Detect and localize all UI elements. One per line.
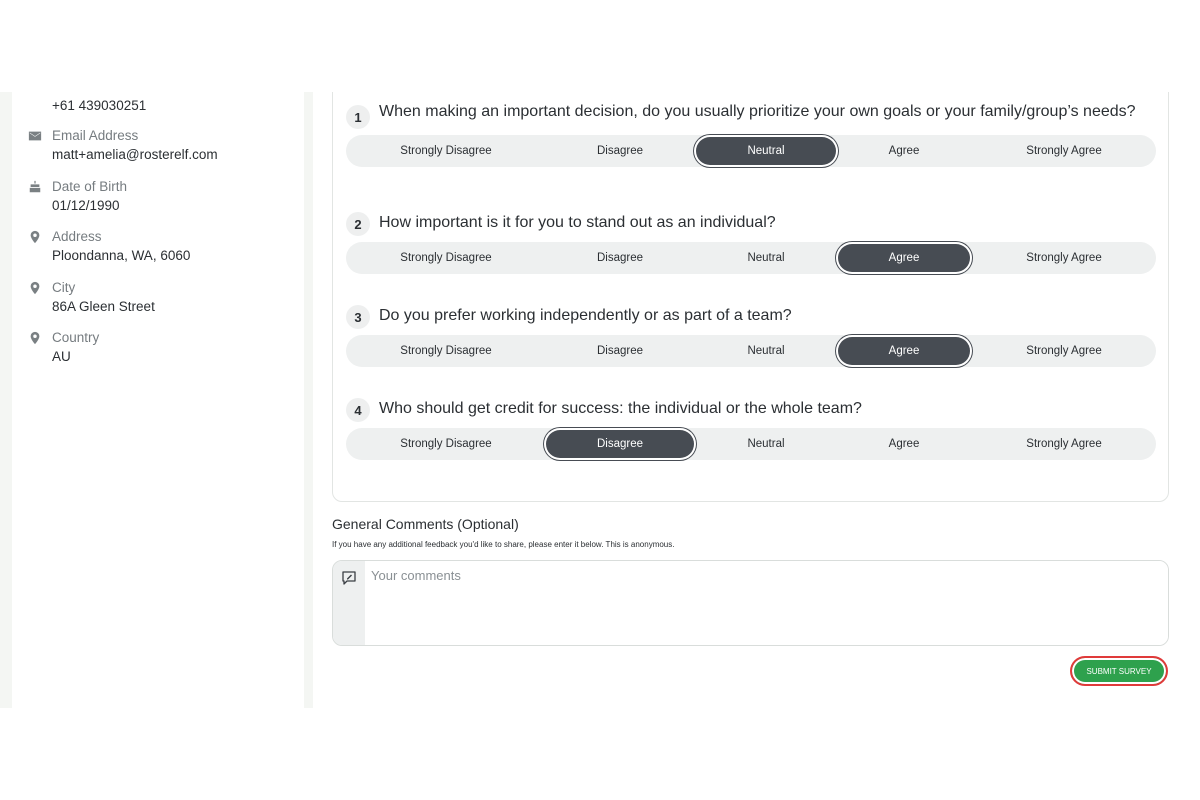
question-4: 4 Who should get credit for success: the…	[346, 398, 1156, 460]
option-strongly-agree[interactable]: Strongly Agree	[972, 137, 1156, 165]
country-value: AU	[52, 349, 71, 364]
option-strongly-agree[interactable]: Strongly Agree	[972, 430, 1156, 458]
country-item: Country AU	[28, 329, 99, 366]
comments-subtitle: If you have any additional feedback you'…	[332, 540, 675, 549]
option-agree[interactable]: Agree	[838, 244, 970, 272]
address-label: Address	[52, 229, 102, 244]
dob-value: 01/12/1990	[52, 198, 120, 213]
option-agree[interactable]: Agree	[838, 337, 970, 365]
likert-scale: Strongly Disagree Disagree Neutral Agree…	[346, 335, 1156, 367]
question-number: 3	[346, 305, 370, 329]
phone-value: +61 439030251	[52, 98, 147, 113]
location-pin-icon	[28, 230, 42, 244]
option-neutral[interactable]: Neutral	[696, 137, 836, 165]
option-agree[interactable]: Agree	[838, 137, 970, 165]
email-item: Email Address matt+amelia@rosterelf.com	[28, 127, 218, 164]
question-text: How important is it for you to stand out…	[379, 214, 776, 231]
option-strongly-disagree[interactable]: Strongly Disagree	[346, 244, 546, 272]
envelope-icon	[28, 129, 42, 143]
email-value: matt+amelia@rosterelf.com	[52, 147, 218, 162]
comments-input[interactable]	[365, 561, 1168, 645]
comments-title: General Comments (Optional)	[332, 516, 519, 532]
likert-scale: Strongly Disagree Disagree Neutral Agree…	[346, 428, 1156, 460]
location-pin-icon	[28, 281, 42, 295]
question-number: 4	[346, 398, 370, 422]
option-strongly-disagree[interactable]: Strongly Disagree	[346, 137, 546, 165]
address-item: Address Ploondanna, WA, 6060	[28, 228, 190, 265]
question-3: 3 Do you prefer working independently or…	[346, 305, 1156, 367]
option-neutral[interactable]: Neutral	[696, 430, 836, 458]
likert-scale: Strongly Disagree Disagree Neutral Agree…	[346, 242, 1156, 274]
phone-item: +61 439030251	[28, 96, 146, 115]
app-window: +61 439030251 Email Address matt+amelia@…	[0, 92, 1200, 708]
option-strongly-agree[interactable]: Strongly Agree	[972, 337, 1156, 365]
option-neutral[interactable]: Neutral	[696, 244, 836, 272]
question-2: 2 How important is it for you to stand o…	[346, 212, 1156, 274]
city-label: City	[52, 280, 76, 295]
survey-card: 1 When making an important decision, do …	[332, 92, 1169, 502]
address-value: Ploondanna, WA, 6060	[52, 248, 191, 263]
city-value: 86A Gleen Street	[52, 299, 155, 314]
option-strongly-disagree[interactable]: Strongly Disagree	[346, 430, 546, 458]
comments-gutter	[333, 561, 365, 645]
option-strongly-disagree[interactable]: Strongly Disagree	[346, 337, 546, 365]
dob-item: Date of Birth 01/12/1990	[28, 178, 127, 215]
profile-sidebar: +61 439030251 Email Address matt+amelia@…	[12, 92, 304, 708]
option-strongly-agree[interactable]: Strongly Agree	[972, 244, 1156, 272]
comment-edit-icon	[342, 571, 356, 585]
option-neutral[interactable]: Neutral	[696, 337, 836, 365]
dob-label: Date of Birth	[52, 179, 128, 194]
question-text: Do you prefer working independently or a…	[379, 307, 792, 324]
location-pin-icon	[28, 331, 42, 345]
submit-survey-button[interactable]: SUBMIT SURVEY	[1070, 656, 1168, 686]
option-disagree[interactable]: Disagree	[546, 337, 694, 365]
question-text: Who should get credit for success: the i…	[379, 400, 862, 417]
question-text: When making an important decision, do yo…	[379, 103, 1136, 120]
likert-scale: Strongly Disagree Disagree Neutral Agree…	[346, 135, 1156, 167]
question-number: 2	[346, 212, 370, 236]
option-disagree[interactable]: Disagree	[546, 430, 694, 458]
option-disagree[interactable]: Disagree	[546, 244, 694, 272]
city-item: City 86A Gleen Street	[28, 279, 155, 316]
option-agree[interactable]: Agree	[838, 430, 970, 458]
question-1: 1 When making an important decision, do …	[346, 101, 1156, 167]
country-label: Country	[52, 330, 100, 345]
survey-main: 1 When making an important decision, do …	[313, 92, 1200, 708]
comments-box	[332, 560, 1169, 646]
question-number: 1	[346, 105, 370, 129]
email-label: Email Address	[52, 128, 139, 143]
option-disagree[interactable]: Disagree	[546, 137, 694, 165]
cake-icon	[28, 180, 42, 194]
